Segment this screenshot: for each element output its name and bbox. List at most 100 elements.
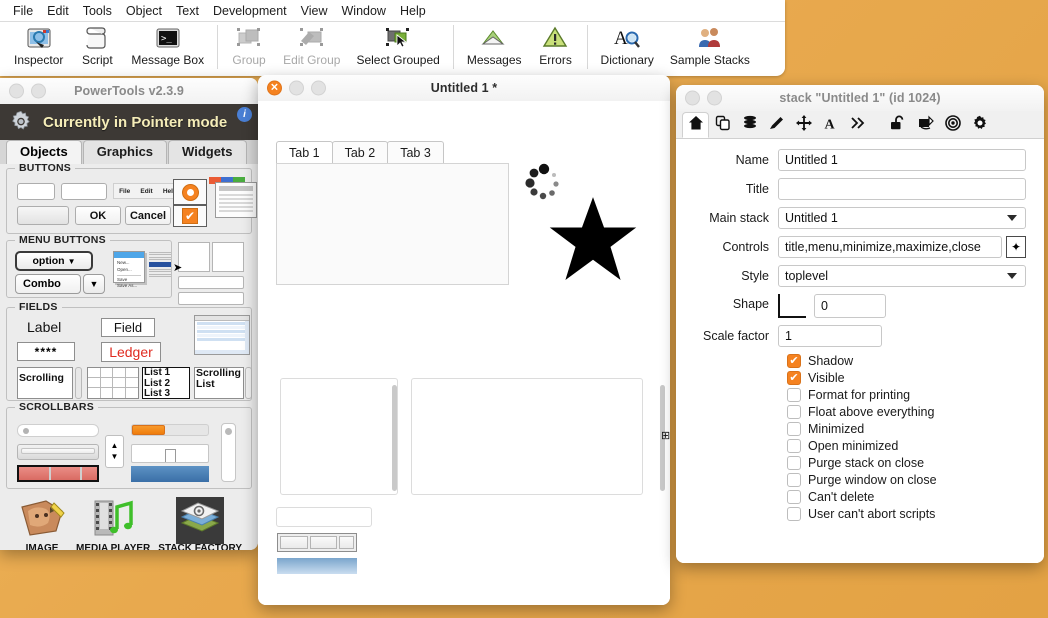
ok-button[interactable]: OK — [75, 206, 121, 225]
sample-gray-button[interactable] — [17, 206, 69, 225]
progress-bar-orange[interactable] — [131, 424, 209, 436]
sample-field-a[interactable] — [178, 276, 244, 289]
scrollbar-thumb-white[interactable] — [131, 444, 209, 463]
maximize-button[interactable] — [31, 83, 46, 99]
table-field-sample[interactable] — [194, 315, 250, 355]
powertools-tab-widgets[interactable]: Widgets — [168, 140, 247, 164]
magic-wand-icon[interactable]: ✦ — [1006, 236, 1026, 258]
checkbox-row-user-can-t-abort-scripts[interactable]: User can't abort scripts — [686, 507, 1026, 521]
menubar-item-edit[interactable]: Edit — [140, 188, 152, 195]
cancel-button[interactable]: Cancel — [125, 206, 171, 225]
minimize-button[interactable] — [685, 90, 700, 106]
toolbar-button-select-grouped[interactable]: Select Grouped — [348, 25, 447, 67]
segment-button-3[interactable] — [339, 536, 354, 549]
stack-tab-database[interactable] — [736, 112, 763, 138]
chevron-up-icon[interactable]: ▲ — [111, 442, 119, 450]
toolbar-button-errors[interactable]: Errors — [530, 25, 582, 67]
stack-tab-text-a[interactable]: A — [817, 112, 844, 138]
table-grid-sample[interactable] — [87, 367, 139, 399]
stack-tab-gear[interactable] — [966, 112, 993, 138]
controls-field[interactable]: title,menu,minimize,maximize,close — [778, 236, 1002, 258]
sample-pane-left[interactable] — [178, 242, 210, 272]
popup-item-save[interactable]: Save — [117, 277, 141, 284]
footer-item-media-player[interactable]: MEDIA PLAYER — [76, 497, 150, 550]
footer-item-stack-factory[interactable]: STACK FACTORY — [158, 497, 242, 550]
shape-swatch[interactable] — [778, 294, 806, 318]
scrolling-field-sample[interactable]: Scrolling — [17, 367, 73, 399]
popup-menu-sample[interactable]: New... Open... Save Save As... — [113, 251, 145, 288]
sample-field-b[interactable] — [178, 292, 244, 305]
left-scroll-panel[interactable] — [280, 378, 398, 495]
scrollbar-gray[interactable] — [17, 444, 99, 460]
chevron-down-icon[interactable]: ▼ — [111, 453, 119, 461]
powertools-window-buttons[interactable] — [9, 83, 46, 99]
name-field[interactable]: Untitled 1 — [778, 149, 1026, 171]
progress-gradient-bar[interactable] — [277, 558, 357, 574]
sample-window-thumb[interactable] — [209, 177, 258, 221]
checkbox-row-float-above-everything[interactable]: Float above everything — [686, 405, 1026, 419]
toolbar-button-dictionary[interactable]: A Dictionary — [593, 25, 662, 67]
card-window-buttons[interactable]: ✕ — [267, 80, 326, 96]
stack-tab-unlock[interactable] — [885, 112, 912, 138]
field-sample[interactable]: Field — [101, 318, 155, 337]
stack-tab-chevrons-right[interactable] — [844, 112, 871, 138]
scrollbar-blue[interactable] — [131, 466, 209, 482]
style-select[interactable]: toplevel — [778, 265, 1026, 287]
shape-field[interactable]: 0 — [814, 294, 886, 318]
checkbox-float-above-everything[interactable] — [787, 405, 801, 419]
minimize-button[interactable] — [9, 83, 24, 99]
popup-item-save-as[interactable]: Save As... — [117, 283, 141, 290]
popup-item-open[interactable]: Open... — [117, 267, 141, 274]
checkbox-shadow[interactable] — [787, 354, 801, 368]
minimize-button[interactable] — [289, 80, 304, 96]
text-entry-field[interactable] — [276, 507, 372, 527]
stack-tab-home[interactable] — [682, 112, 709, 138]
combo-box-dropdown-arrow[interactable]: ▼ — [83, 274, 105, 294]
checkbox-row-visible[interactable]: Visible — [686, 371, 1026, 385]
maximize-button[interactable] — [707, 90, 722, 106]
list-field-sample[interactable]: List 1 List 2 List 3 — [142, 367, 190, 399]
sample-radio-button[interactable] — [173, 179, 207, 205]
popup-item-new[interactable]: New... — [117, 260, 141, 267]
segment-button-1[interactable] — [280, 536, 308, 549]
checkbox-minimized[interactable] — [787, 422, 801, 436]
list-item[interactable]: List 3 — [144, 389, 188, 400]
toolbar-button-script[interactable]: Script — [71, 25, 123, 67]
scrollbar-red[interactable] — [17, 465, 99, 482]
checkbox-row-shadow[interactable]: Shadow — [686, 354, 1026, 368]
info-icon[interactable]: i — [237, 107, 252, 122]
password-field-sample[interactable]: **** — [17, 342, 75, 361]
menu-item-edit[interactable]: Edit — [40, 2, 76, 20]
option-menu-button[interactable]: option ▼ — [15, 251, 93, 271]
scale-factor-field[interactable]: 1 — [778, 325, 882, 347]
powertools-tab-graphics[interactable]: Graphics — [82, 140, 168, 164]
segmented-button-bar[interactable] — [277, 533, 357, 552]
checkbox-format-for-printing[interactable] — [787, 388, 801, 402]
scrolling-list-scrollbar[interactable] — [245, 367, 252, 399]
menu-item-text[interactable]: Text — [169, 2, 206, 20]
main-stack-select[interactable]: Untitled 1 — [778, 207, 1026, 229]
checkbox-can-t-delete[interactable] — [787, 490, 801, 504]
sample-plain-button-1[interactable] — [17, 183, 55, 200]
title-field[interactable] — [778, 178, 1026, 200]
checkbox-visible[interactable] — [787, 371, 801, 385]
powertools-tab-objects[interactable]: Objects — [6, 140, 82, 164]
footer-item-image[interactable]: IMAGE — [16, 497, 68, 550]
checkbox-row-purge-window-on-close[interactable]: Purge window on close — [686, 473, 1026, 487]
stepper-control[interactable]: ▲ ▼ — [105, 435, 124, 468]
vertical-scrollbar[interactable] — [221, 423, 236, 482]
toolbar-button-messages[interactable]: Messages — [459, 25, 530, 67]
stack-tab-send[interactable] — [912, 112, 939, 138]
checkbox-row-open-minimized[interactable]: Open minimized — [686, 439, 1026, 453]
checkbox-user-can-t-abort-scripts[interactable] — [787, 507, 801, 521]
card-tab-1[interactable]: Tab 1 — [276, 141, 333, 163]
card-tab-3[interactable]: Tab 3 — [387, 141, 444, 163]
stack-tab-move[interactable] — [790, 112, 817, 138]
menu-item-window[interactable]: Window — [335, 2, 393, 20]
list-item[interactable]: List 1 — [144, 367, 188, 379]
checkbox-purge-window-on-close[interactable] — [787, 473, 801, 487]
menu-item-help[interactable]: Help — [393, 2, 433, 20]
checkbox-row-minimized[interactable]: Minimized — [686, 422, 1026, 436]
checkbox-purge-stack-on-close[interactable] — [787, 456, 801, 470]
scrolling-list-sample[interactable]: Scrolling List — [194, 367, 244, 399]
